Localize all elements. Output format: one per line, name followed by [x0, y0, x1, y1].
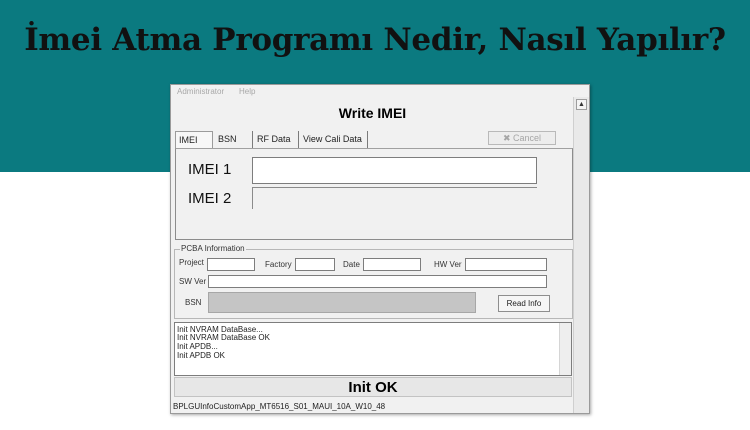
- window-scrollbar[interactable]: ▲: [573, 97, 589, 413]
- window-title: Write IMEI: [338, 105, 407, 121]
- menu-bar: Administrator Help: [171, 85, 574, 99]
- read-info-button[interactable]: Read Info: [498, 295, 550, 312]
- date-label: Date: [343, 260, 360, 269]
- log-scrollbar[interactable]: [559, 323, 571, 375]
- bsn-field[interactable]: [208, 292, 476, 313]
- menu-help[interactable]: Help: [239, 87, 255, 96]
- date-field[interactable]: [363, 258, 421, 271]
- factory-label: Factory: [265, 260, 292, 269]
- cancel-button[interactable]: ✖ Cancel: [488, 131, 556, 145]
- imei-tab-panel: IMEI 1 IMEI 2: [175, 148, 573, 240]
- factory-field[interactable]: [295, 258, 335, 271]
- imei2-label: IMEI 2: [188, 190, 232, 207]
- log-output[interactable]: Init NVRAM DataBase... Init NVRAM DataBa…: [174, 322, 572, 376]
- tab-view-cali-data[interactable]: View Cali Data: [300, 131, 368, 149]
- pcba-group-title: PCBA Information: [180, 244, 246, 253]
- sw-ver-field[interactable]: [208, 275, 547, 288]
- pcba-information-group: PCBA Information Project Factory Date HW…: [174, 244, 573, 319]
- tab-bsn[interactable]: BSN: [215, 131, 253, 149]
- hw-ver-field[interactable]: [465, 258, 547, 271]
- log-line: Init APDB OK: [177, 351, 226, 360]
- imei2-input[interactable]: [252, 187, 537, 209]
- project-field[interactable]: [207, 258, 255, 271]
- write-imei-window: Administrator Help ▲ Write IMEI IMEI BSN…: [170, 84, 590, 414]
- scroll-up-arrow-icon[interactable]: ▲: [576, 99, 587, 110]
- bsn-label: BSN: [185, 298, 202, 307]
- hw-ver-label: HW Ver: [434, 260, 462, 269]
- page-headline: İmei Atma Programı Nedir, Nasıl Yapılır?: [24, 22, 726, 58]
- log-line: Init NVRAM DataBase OK: [177, 333, 270, 342]
- log-line: Init APDB...: [177, 342, 218, 351]
- imei1-input[interactable]: [252, 157, 537, 184]
- menu-administrator[interactable]: Administrator: [177, 87, 224, 96]
- tab-imei[interactable]: IMEI: [175, 131, 213, 149]
- status-bar: BPLGUInfoCustomApp_MT6516_S01_MAUI_10A_W…: [173, 402, 386, 411]
- project-label: Project: [179, 258, 204, 267]
- sw-ver-label: SW Ver: [179, 277, 207, 286]
- tab-rf-data[interactable]: RF Data: [254, 131, 299, 149]
- imei1-label: IMEI 1: [188, 161, 232, 178]
- status-text: Init OK: [174, 377, 572, 397]
